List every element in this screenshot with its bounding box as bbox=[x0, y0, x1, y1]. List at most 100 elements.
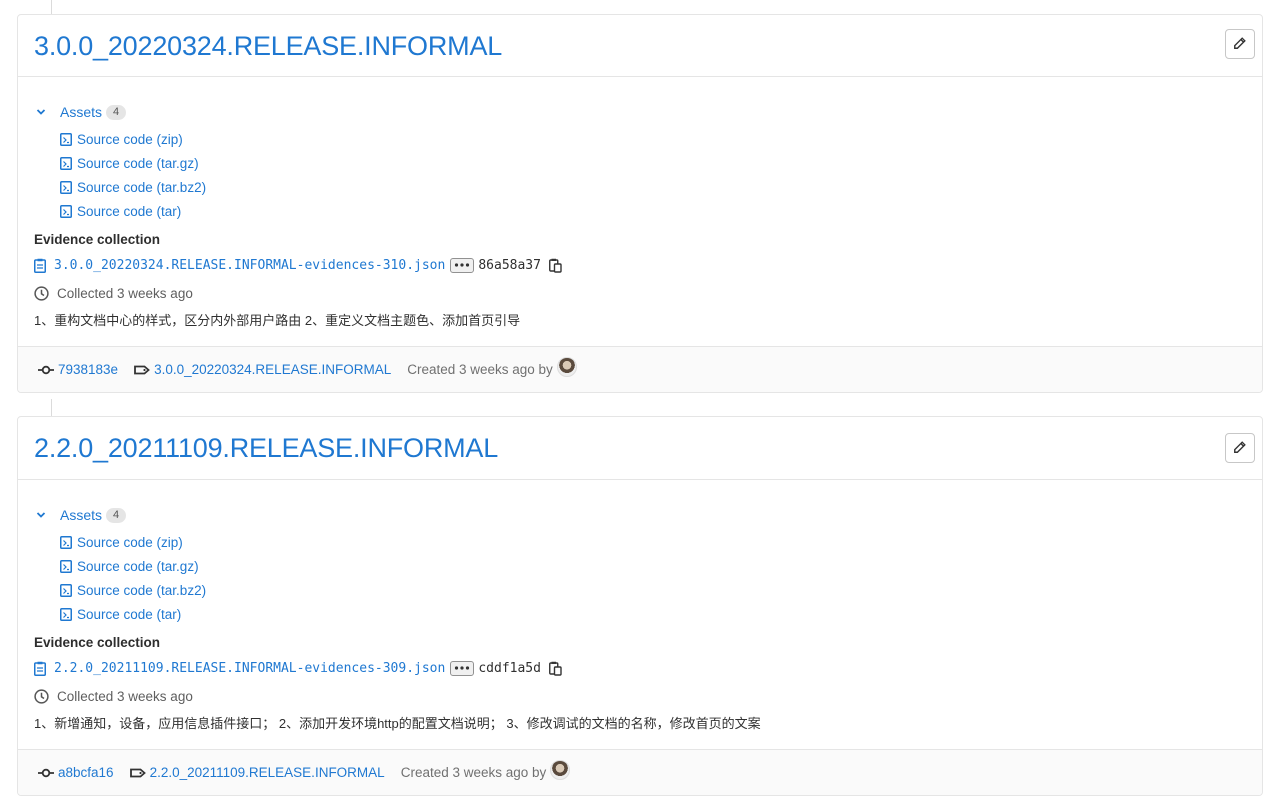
commit-link[interactable]: a8bcfa16 bbox=[38, 765, 114, 780]
release-header: 3.0.0_20220324.RELEASE.INFORMAL bbox=[18, 15, 1262, 77]
asset-link[interactable]: Source code (tar) bbox=[60, 607, 181, 622]
asset-label: Source code (zip) bbox=[77, 131, 183, 147]
evidence-row: 3.0.0_20220324.RELEASE.INFORMAL-evidence… bbox=[34, 252, 1246, 278]
timeline-line bbox=[51, 0, 52, 15]
collected-row: Collected 3 weeks ago bbox=[34, 683, 1246, 709]
assets-label: Assets bbox=[60, 507, 103, 523]
release-description: 1、新增通知，设备，应用信息插件接口； 2、添加开发环境http的配置文档说明；… bbox=[34, 716, 761, 731]
chevron-down-icon bbox=[36, 510, 52, 520]
asset-label: Source code (tar.bz2) bbox=[77, 179, 207, 195]
release-title[interactable]: 3.0.0_20220324.RELEASE.INFORMAL bbox=[34, 31, 502, 62]
clipboard-icon bbox=[34, 258, 46, 273]
asset-label: Source code (zip) bbox=[77, 534, 183, 550]
doc-code-icon bbox=[60, 583, 72, 597]
asset-link[interactable]: Source code (tar.gz) bbox=[60, 156, 199, 171]
tag-icon bbox=[134, 365, 150, 375]
clock-icon bbox=[34, 285, 49, 301]
commit-link[interactable]: 7938183e bbox=[38, 362, 118, 377]
tag-link[interactable]: 2.2.0_20211109.RELEASE.INFORMAL bbox=[129, 765, 385, 780]
tag-name: 2.2.0_20211109.RELEASE.INFORMAL bbox=[149, 765, 385, 780]
evidence-file-link[interactable]: 3.0.0_20220324.RELEASE.INFORMAL-evidence… bbox=[54, 258, 445, 273]
expand-hash-button[interactable] bbox=[450, 257, 475, 273]
expand-hash-button[interactable] bbox=[450, 660, 475, 676]
collected-text: Collected 3 weeks ago bbox=[57, 285, 193, 301]
created-text: Created 3 weeks ago by bbox=[400, 765, 547, 780]
release-card: 2.2.0_20211109.RELEASE.INFORMAL Assets 4… bbox=[17, 416, 1263, 796]
clock-icon bbox=[34, 688, 49, 704]
doc-code-icon bbox=[60, 607, 72, 621]
edit-release-button[interactable] bbox=[1225, 433, 1255, 463]
asset-link[interactable]: Source code (zip) bbox=[60, 535, 183, 550]
assets-toggle[interactable]: Assets 4 bbox=[34, 502, 1246, 528]
asset-label: Source code (tar.bz2) bbox=[77, 582, 207, 598]
assets-count-badge: 4 bbox=[106, 507, 127, 523]
release-card: 3.0.0_20220324.RELEASE.INFORMAL Assets 4… bbox=[17, 14, 1263, 393]
commit-sha: a8bcfa16 bbox=[58, 765, 114, 780]
asset-list: Source code (zip) Source code (tar.gz) S… bbox=[60, 530, 1246, 626]
collected-row: Collected 3 weeks ago bbox=[34, 280, 1246, 306]
doc-code-icon bbox=[60, 535, 72, 549]
copy-to-clipboard-icon bbox=[549, 661, 562, 676]
ellipsis-icon bbox=[454, 666, 470, 670]
list-item: Source code (zip) bbox=[60, 127, 1246, 151]
list-item: Source code (tar.gz) bbox=[60, 554, 1246, 578]
evidence-heading: Evidence collection bbox=[34, 232, 161, 247]
created-text: Created 3 weeks ago by bbox=[407, 362, 553, 377]
list-item: Source code (tar) bbox=[60, 199, 1246, 223]
evidence-hash: 86a58a37 bbox=[478, 257, 541, 273]
commit-icon bbox=[38, 768, 54, 778]
doc-code-icon bbox=[60, 559, 72, 573]
assets-toggle[interactable]: Assets 4 bbox=[34, 99, 1246, 125]
edit-release-button[interactable] bbox=[1225, 29, 1255, 59]
collected-text: Collected 3 weeks ago bbox=[57, 688, 193, 704]
doc-code-icon bbox=[60, 204, 72, 218]
evidence-hash: cddf1a5d bbox=[478, 660, 541, 676]
asset-label: Source code (tar) bbox=[77, 203, 182, 219]
asset-link[interactable]: Source code (tar) bbox=[60, 204, 181, 219]
asset-label: Source code (tar.gz) bbox=[77, 155, 199, 171]
timeline-line bbox=[51, 399, 52, 416]
tag-icon bbox=[129, 768, 146, 778]
copy-to-clipboard-icon bbox=[549, 258, 562, 273]
chevron-down-icon bbox=[36, 107, 52, 117]
copy-hash-button[interactable] bbox=[549, 258, 562, 273]
list-item: Source code (zip) bbox=[60, 530, 1246, 554]
tag-link[interactable]: 3.0.0_20220324.RELEASE.INFORMAL bbox=[134, 362, 391, 377]
pencil-icon bbox=[1233, 36, 1247, 53]
asset-label: Source code (tar) bbox=[77, 606, 182, 622]
asset-list: Source code (zip) Source code (tar.gz) S… bbox=[60, 127, 1246, 223]
commit-icon bbox=[38, 365, 54, 375]
release-footer: 7938183e 3.0.0_20220324.RELEASE.INFORMAL… bbox=[18, 346, 1262, 392]
doc-code-icon bbox=[60, 156, 72, 170]
ellipsis-icon bbox=[454, 263, 470, 267]
evidence-row: 2.2.0_20211109.RELEASE.INFORMAL-evidence… bbox=[34, 655, 1246, 681]
release-footer: a8bcfa16 2.2.0_20211109.RELEASE.INFORMAL… bbox=[18, 749, 1262, 795]
assets-label: Assets bbox=[60, 104, 103, 120]
asset-link[interactable]: Source code (zip) bbox=[60, 132, 183, 147]
avatar[interactable] bbox=[556, 356, 577, 377]
asset-link[interactable]: Source code (tar.bz2) bbox=[60, 583, 206, 598]
release-body: Assets 4 Source code (zip) Source code (… bbox=[18, 77, 1262, 332]
commit-sha: 7938183e bbox=[58, 362, 119, 377]
release-header: 2.2.0_20211109.RELEASE.INFORMAL bbox=[18, 417, 1262, 480]
list-item: Source code (tar.bz2) bbox=[60, 175, 1246, 199]
pencil-icon bbox=[1233, 440, 1247, 457]
evidence-file-link[interactable]: 2.2.0_20211109.RELEASE.INFORMAL-evidence… bbox=[54, 661, 445, 676]
list-item: Source code (tar.bz2) bbox=[60, 578, 1246, 602]
assets-count-badge: 4 bbox=[106, 104, 127, 120]
tag-name: 3.0.0_20220324.RELEASE.INFORMAL bbox=[154, 362, 392, 377]
clipboard-icon bbox=[34, 661, 46, 676]
release-body: Assets 4 Source code (zip) Source code (… bbox=[18, 480, 1262, 735]
release-description: 1、重构文档中心的样式，区分内外部用户路由 2、重定义文档主题色、添加首页引导 bbox=[34, 313, 521, 328]
avatar[interactable] bbox=[550, 759, 571, 780]
copy-hash-button[interactable] bbox=[549, 661, 562, 676]
list-item: Source code (tar.gz) bbox=[60, 151, 1246, 175]
list-item: Source code (tar) bbox=[60, 602, 1246, 626]
doc-code-icon bbox=[60, 132, 72, 146]
doc-code-icon bbox=[60, 180, 72, 194]
evidence-heading: Evidence collection bbox=[34, 635, 161, 650]
asset-link[interactable]: Source code (tar.bz2) bbox=[60, 180, 206, 195]
asset-link[interactable]: Source code (tar.gz) bbox=[60, 559, 199, 574]
release-title[interactable]: 2.2.0_20211109.RELEASE.INFORMAL bbox=[34, 433, 498, 464]
asset-label: Source code (tar.gz) bbox=[77, 558, 199, 574]
